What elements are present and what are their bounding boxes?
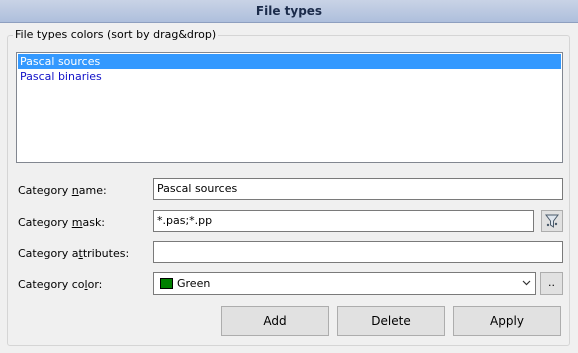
filter-icon — [545, 214, 559, 228]
category-attributes-label: Category attributes: — [18, 247, 130, 260]
choose-color-button[interactable]: .. — [540, 272, 563, 295]
panel-title: File types — [0, 0, 578, 23]
list-item[interactable]: Pascal binaries — [18, 69, 561, 84]
category-mask-input[interactable]: *.pas;*.pp — [153, 210, 534, 232]
add-button[interactable]: Add — [221, 306, 329, 336]
category-name-input[interactable]: Pascal sources — [153, 178, 563, 200]
file-types-list[interactable]: Pascal sources Pascal binaries — [16, 52, 563, 163]
list-item-label: Pascal binaries — [20, 70, 102, 83]
category-color-label: Category color: — [18, 278, 103, 291]
choose-color-label: .. — [548, 276, 555, 289]
delete-button[interactable]: Delete — [337, 306, 445, 336]
color-swatch — [160, 278, 173, 289]
category-mask-label: Category mask: — [18, 216, 106, 229]
category-name-value: Pascal sources — [157, 182, 238, 195]
category-attributes-input[interactable] — [153, 241, 563, 263]
list-item-label: Pascal sources — [20, 55, 101, 68]
category-mask-value: *.pas;*.pp — [157, 214, 213, 227]
chevron-down-icon — [522, 280, 531, 286]
category-name-label: Category name: — [18, 184, 107, 197]
list-item[interactable]: Pascal sources — [18, 54, 561, 69]
mask-filter-button[interactable] — [541, 210, 563, 232]
category-color-value: Green — [177, 277, 211, 290]
apply-button[interactable]: Apply — [453, 306, 561, 336]
category-color-select[interactable]: Green — [153, 272, 536, 295]
group-title: File types colors (sort by drag&drop) — [13, 28, 219, 42]
